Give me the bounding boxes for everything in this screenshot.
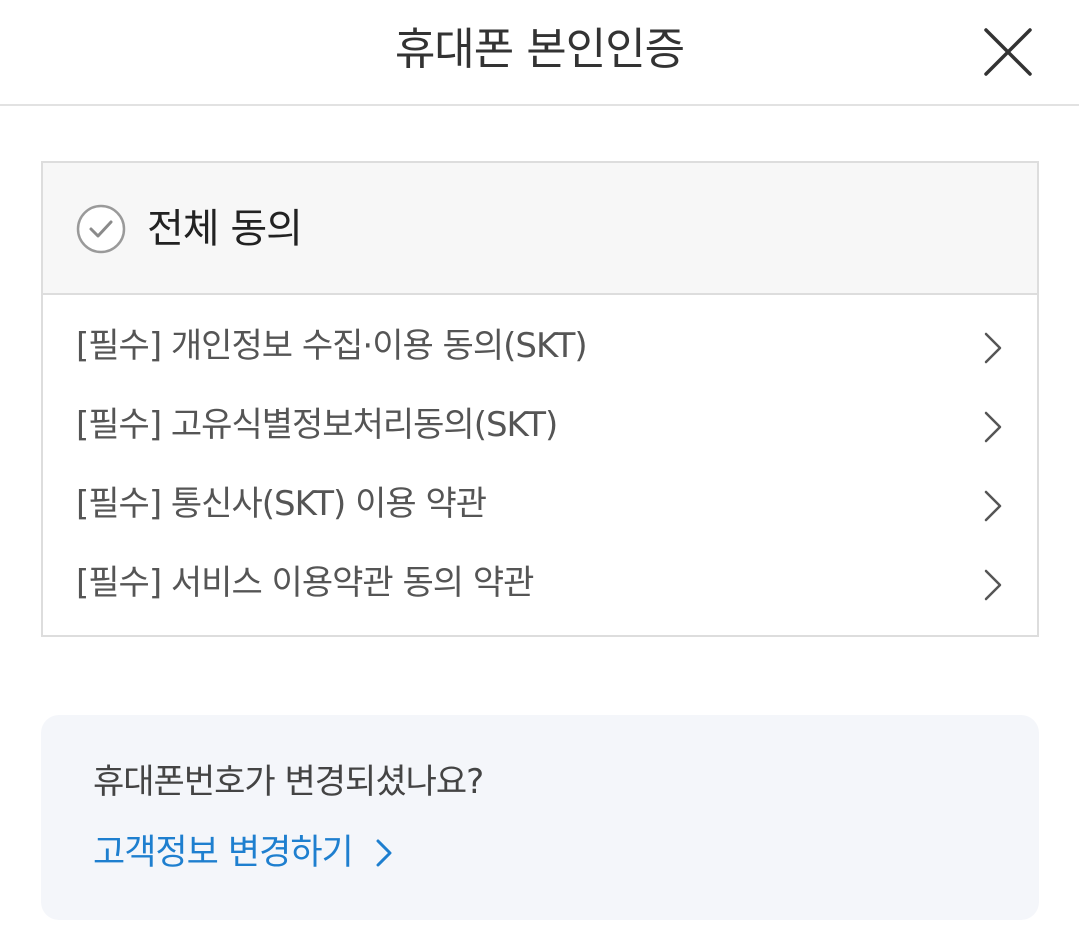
page-title: 휴대폰 본인인증 <box>394 24 685 75</box>
close-button[interactable] <box>980 24 1036 80</box>
chevron-right-icon <box>376 839 392 867</box>
chevron-right-icon <box>984 490 1002 522</box>
phone-change-info-box: 휴대폰번호가 변경되셨나요? 고객정보 변경하기 <box>41 715 1039 920</box>
term-item-service[interactable]: [필수] 서비스 이용약관 동의 약관 <box>43 548 1037 618</box>
term-item-unique-id[interactable]: [필수] 고유식별정보처리동의(SKT) <box>43 390 1037 460</box>
phone-change-question: 휴대폰번호가 변경되셨나요? <box>93 762 484 802</box>
terms-agreement-box: 전체 동의 [필수] 개인정보 수집·이용 동의(SKT) [필수] 고유식별정… <box>41 161 1039 637</box>
term-item-label: [필수] 통신사(SKT) 이용 약관 <box>76 484 487 524</box>
change-customer-info-label: 고객정보 변경하기 <box>93 833 354 873</box>
chevron-right-icon <box>984 332 1002 364</box>
term-item-privacy[interactable]: [필수] 개인정보 수집·이용 동의(SKT) <box>43 311 1037 381</box>
chevron-right-icon <box>984 411 1002 443</box>
term-item-carrier[interactable]: [필수] 통신사(SKT) 이용 약관 <box>43 469 1037 539</box>
agree-all-checkbox[interactable]: 전체 동의 <box>43 163 1037 295</box>
check-circle-icon <box>76 204 126 254</box>
term-item-label: [필수] 고유식별정보처리동의(SKT) <box>76 405 558 445</box>
term-item-label: [필수] 개인정보 수집·이용 동의(SKT) <box>76 326 588 366</box>
change-customer-info-link[interactable]: 고객정보 변경하기 <box>93 829 394 879</box>
term-item-label: [필수] 서비스 이용약관 동의 약관 <box>76 563 534 603</box>
close-icon <box>984 28 1032 76</box>
chevron-right-icon <box>984 569 1002 601</box>
header-bar: 휴대폰 본인인증 <box>0 0 1079 106</box>
agree-all-label: 전체 동의 <box>147 206 303 252</box>
